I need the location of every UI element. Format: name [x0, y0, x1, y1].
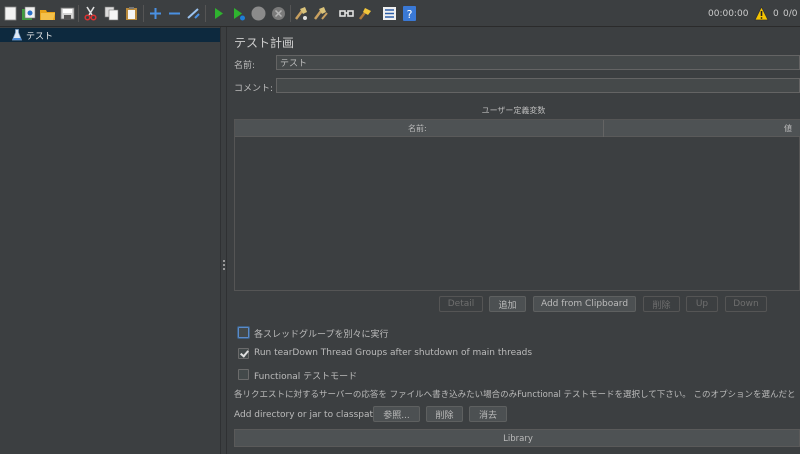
name-label: 名前: — [234, 61, 256, 71]
copy-icon[interactable] — [103, 5, 120, 22]
tree-item-label: テスト — [26, 31, 54, 42]
open-icon[interactable] — [39, 5, 56, 22]
save-icon[interactable] — [59, 5, 76, 22]
functional-mode-label: Functional テストモード — [254, 372, 358, 382]
start-icon[interactable] — [210, 5, 227, 22]
cut-icon[interactable] — [82, 5, 99, 22]
detail-button[interactable]: Detail — [439, 296, 483, 312]
classpath-label: Add directory or jar to classpath — [234, 410, 379, 420]
delete-button[interactable]: 削除 — [643, 296, 680, 312]
teardown-on-shutdown-checkbox[interactable] — [238, 348, 249, 359]
library-table-header[interactable]: Library — [234, 429, 800, 447]
comment-label: コメント: — [234, 84, 274, 94]
column-header-name[interactable]: 名前: — [408, 123, 427, 134]
add-from-clipboard-button[interactable]: Add from Clipboard — [533, 296, 636, 312]
up-button[interactable]: Up — [686, 296, 718, 312]
functional-mode-checkbox[interactable] — [238, 369, 249, 380]
paste-icon[interactable] — [123, 5, 140, 22]
divider-grip-icon — [223, 260, 226, 270]
classpath-clear-button[interactable]: 消去 — [469, 406, 507, 422]
teardown-on-shutdown-label: Run tearDown Thread Groups after shutdow… — [254, 348, 533, 358]
comment-input[interactable] — [276, 78, 800, 93]
toggle-icon[interactable] — [185, 5, 202, 22]
tree-item-test-plan[interactable]: テスト — [0, 28, 220, 42]
clear-all-icon[interactable] — [313, 5, 330, 22]
serialize-threadgroups-checkbox[interactable] — [238, 327, 249, 338]
classpath-delete-button[interactable]: 削除 — [426, 406, 463, 422]
warning-icon[interactable] — [754, 6, 769, 21]
test-plan-panel: テスト計画 名前: コメント: ユーザー定義変数 名前: 値 Detail 追加… — [227, 27, 800, 454]
browse-button[interactable]: 参照... — [373, 406, 420, 422]
stop-icon[interactable] — [250, 5, 267, 22]
split-pane-divider[interactable] — [220, 27, 227, 454]
column-header-value[interactable]: 値 — [784, 123, 792, 134]
thread-progress: 0/0 — [783, 9, 798, 19]
function-helper-icon[interactable] — [381, 5, 398, 22]
serialize-threadgroups-label: 各スレッドグループを別々に実行 — [254, 330, 389, 340]
user-variables-title: ユーザー定義変数 — [481, 106, 546, 115]
new-icon[interactable] — [2, 5, 19, 22]
collapse-icon[interactable] — [166, 5, 183, 22]
toolbar: ? 00:00:00 0 0/0 — [0, 0, 800, 27]
elapsed-timer: 00:00:00 — [708, 9, 749, 19]
reset-search-icon[interactable] — [357, 5, 374, 22]
clear-icon[interactable] — [293, 5, 310, 22]
shutdown-icon[interactable] — [270, 5, 287, 22]
page-title: テスト計画 — [234, 36, 295, 50]
start-no-pause-icon[interactable] — [230, 5, 247, 22]
expand-icon[interactable] — [147, 5, 164, 22]
warning-count: 0 — [773, 9, 779, 19]
search-icon[interactable] — [338, 5, 355, 22]
flask-icon — [12, 29, 22, 41]
column-header-library: Library — [503, 434, 533, 444]
help-icon[interactable]: ? — [401, 5, 418, 22]
name-input[interactable] — [276, 55, 800, 70]
svg-text:?: ? — [407, 8, 413, 21]
table-header: 名前: 値 — [235, 120, 800, 137]
templates-icon[interactable] — [20, 5, 37, 22]
user-variables-table[interactable]: 名前: 値 — [234, 119, 800, 291]
add-button[interactable]: 追加 — [489, 296, 526, 312]
down-button[interactable]: Down — [725, 296, 767, 312]
test-plan-tree: テスト — [0, 27, 220, 454]
functional-mode-note: 各リクエストに対するサーバーの応答を ファイルへ書き込みたい場合のみFuncti… — [234, 390, 796, 400]
